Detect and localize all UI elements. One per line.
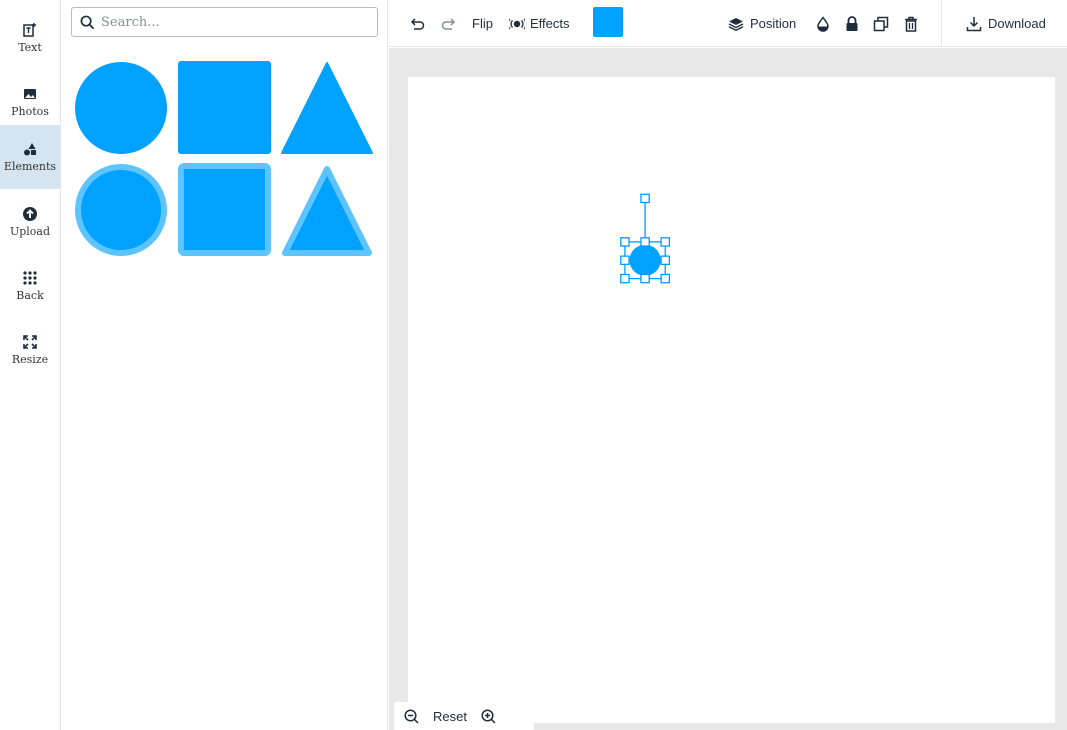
sidebar-item-label: Photos <box>11 105 49 118</box>
redo-button[interactable] <box>440 0 456 47</box>
resize-icon <box>23 335 37 349</box>
download-icon <box>966 16 982 31</box>
square-shape[interactable] <box>178 61 271 154</box>
square-outlined-shape[interactable] <box>178 163 271 256</box>
sidebar-item-label: Elements <box>3 160 57 173</box>
lock-icon <box>846 15 858 31</box>
design-canvas[interactable] <box>408 77 1055 723</box>
sidebar-item-label: Upload <box>9 225 51 238</box>
duplicate-button[interactable] <box>873 0 889 47</box>
circle-outlined-shape[interactable] <box>74 163 168 257</box>
search-box <box>71 7 378 37</box>
redo-icon <box>441 17 456 30</box>
circle-shape[interactable] <box>74 61 168 155</box>
search-icon <box>80 15 95 29</box>
layers-icon <box>728 17 744 31</box>
elements-panel <box>61 0 388 730</box>
sidebar-item-label: Back <box>16 289 44 302</box>
lock-button[interactable] <box>845 0 859 47</box>
sidebar-item-label: Resize <box>11 353 49 366</box>
workspace: Reset <box>389 48 1067 730</box>
position-button[interactable]: Position <box>728 0 796 47</box>
sidebar-item-back[interactable]: Back <box>0 254 60 318</box>
zoom-reset-button[interactable]: Reset <box>433 709 467 724</box>
delete-button[interactable] <box>904 0 918 47</box>
zoom-controls: Reset <box>394 702 534 730</box>
editor-app: Text Photos Elements Upload Back Resize <box>0 0 1067 730</box>
sidebar-item-upload[interactable]: Upload <box>0 190 60 254</box>
undo-icon <box>410 17 425 30</box>
toolbar-divider <box>941 0 942 47</box>
triangle-outlined-shape[interactable] <box>281 163 373 257</box>
text-add-icon <box>23 23 36 37</box>
effects-label: Effects <box>530 16 570 31</box>
effects-icon <box>509 18 525 29</box>
opacity-button[interactable] <box>816 0 830 47</box>
rotate-handle[interactable] <box>640 193 650 204</box>
effects-button[interactable]: Effects <box>509 0 570 47</box>
sidebar-item-elements[interactable]: Elements <box>0 125 60 189</box>
trash-icon <box>905 16 917 32</box>
flip-button[interactable]: Flip <box>472 0 493 47</box>
zoom-in-icon[interactable] <box>481 708 496 724</box>
side-navigation: Text Photos Elements Upload Back Resize <box>0 0 61 730</box>
flip-label: Flip <box>472 16 493 31</box>
shapes-icon <box>24 143 36 156</box>
duplicate-icon <box>873 16 889 31</box>
selected-circle-element[interactable] <box>620 193 671 285</box>
undo-button[interactable] <box>410 0 426 47</box>
sidebar-item-resize[interactable]: Resize <box>0 318 60 382</box>
upload-icon <box>23 207 37 221</box>
sidebar-item-label: Text <box>18 41 42 54</box>
sidebar-item-text[interactable]: Text <box>0 6 60 70</box>
opacity-drop-icon <box>817 15 829 32</box>
grid-dots-icon <box>23 271 37 285</box>
download-label: Download <box>988 16 1046 31</box>
top-toolbar: Flip Effects Position Download <box>389 0 1067 47</box>
search-input[interactable] <box>101 14 361 30</box>
zoom-out-icon[interactable] <box>404 708 419 724</box>
fill-color-swatch[interactable] <box>593 7 623 37</box>
photo-icon <box>24 89 36 99</box>
triangle-shape[interactable] <box>281 61 373 155</box>
position-label: Position <box>750 16 797 31</box>
download-button[interactable]: Download <box>966 0 1046 47</box>
